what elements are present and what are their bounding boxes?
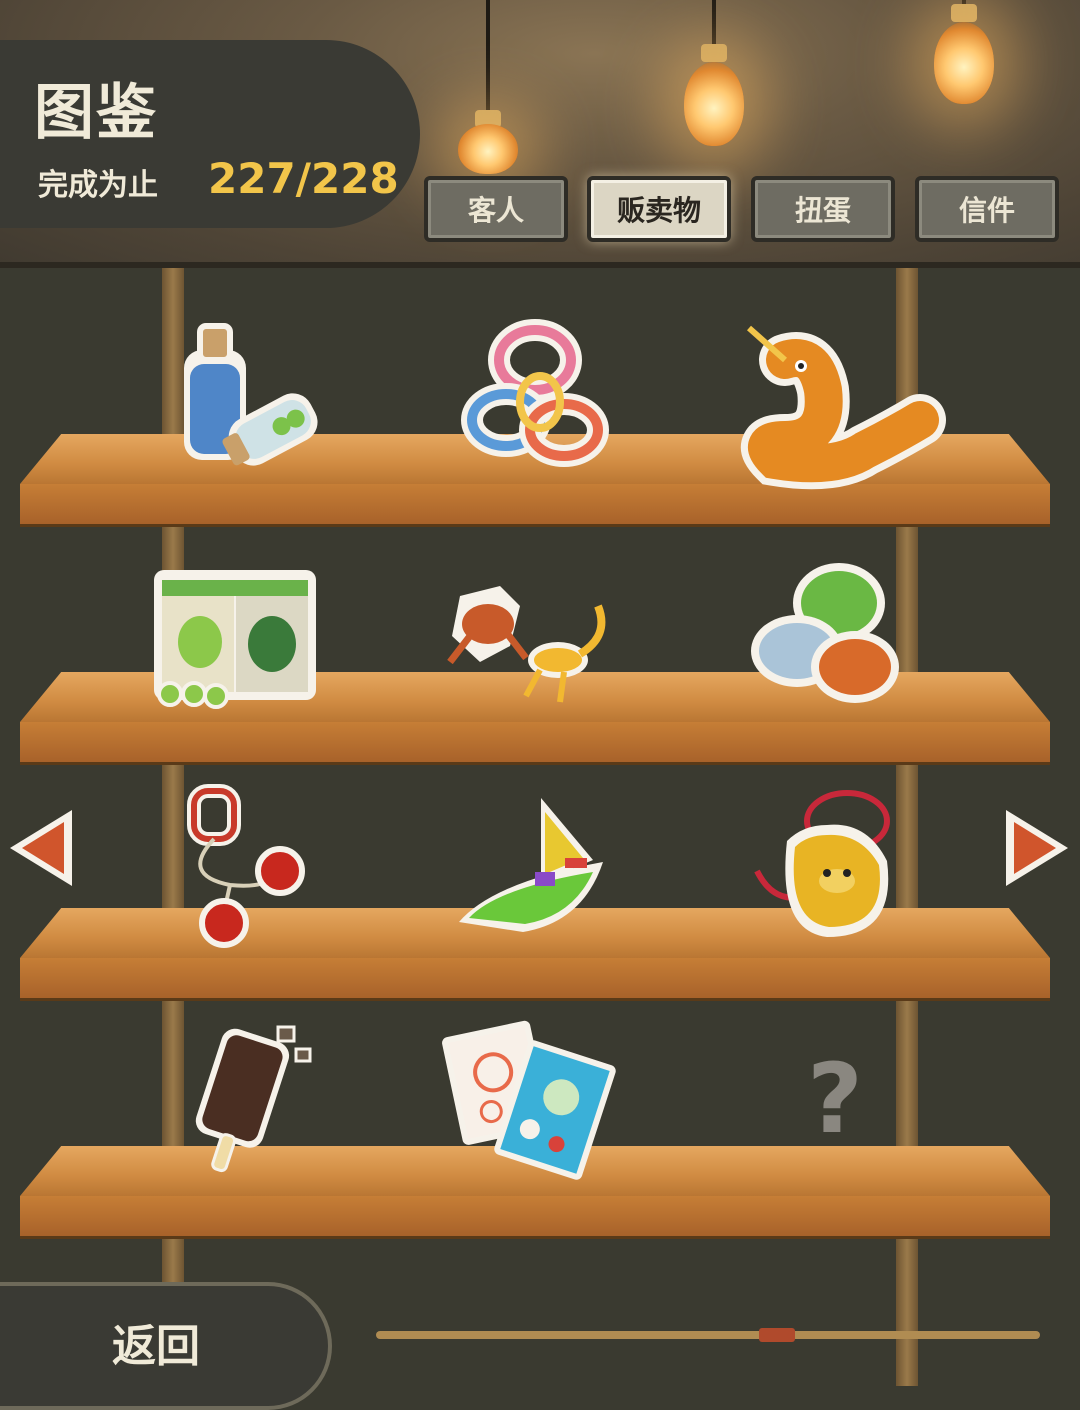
lamp-wire [712,0,716,46]
bottles-icon [184,323,318,466]
fuzzy-worm-icon [741,325,946,490]
tab-letters[interactable]: 信件 [915,176,1059,242]
page-scroll-thumb[interactable] [759,1328,796,1342]
tab-gacha[interactable]: 扭蛋 [751,176,895,242]
lamp-wire [486,0,490,112]
item-slot[interactable] [180,1024,330,1174]
kendama-icon [187,784,305,948]
rings-icon [461,319,609,467]
page-scroll-track[interactable] [376,1331,1040,1339]
lamp-cap [951,4,977,22]
frog-scorpion-icon [447,586,606,703]
cards-icon [442,1020,616,1180]
item-slot[interactable] [460,319,610,470]
next-page-arrow-icon[interactable] [1002,806,1072,890]
item-slot[interactable]: ? [760,1024,910,1174]
charm-bag-icon [754,790,890,937]
item-slot[interactable] [154,566,316,716]
unknown-item-icon: ? [807,1043,863,1155]
paper-boat-icon [459,798,603,932]
progress-count: 227/228 [208,154,399,203]
item-slot[interactable] [170,784,320,948]
back-button-label: 返回 [112,1321,200,1372]
item-slot[interactable] [751,556,902,706]
item-slot[interactable] [442,1020,616,1180]
previous-page-arrow-icon[interactable] [6,806,76,890]
apple-candy-box-icon [154,570,316,709]
item-slot[interactable] [752,786,902,937]
light-bulb-icon [458,124,518,174]
lamp-cap [701,44,727,62]
marbles-icon [751,563,899,703]
item-slot[interactable] [458,792,608,942]
item-slot[interactable] [170,320,320,470]
tab-merchandise[interactable]: 贩卖物 [587,176,731,242]
ice-pop-icon [195,1025,312,1173]
tab-guests[interactable]: 客人 [424,176,568,242]
item-slot[interactable] [741,320,946,490]
item-slot[interactable] [447,566,606,716]
progress-label: 完成为止 [38,168,158,203]
light-bulb-icon [934,22,994,104]
light-bulb-icon [684,62,744,146]
page-title: 图鉴 [34,78,158,148]
